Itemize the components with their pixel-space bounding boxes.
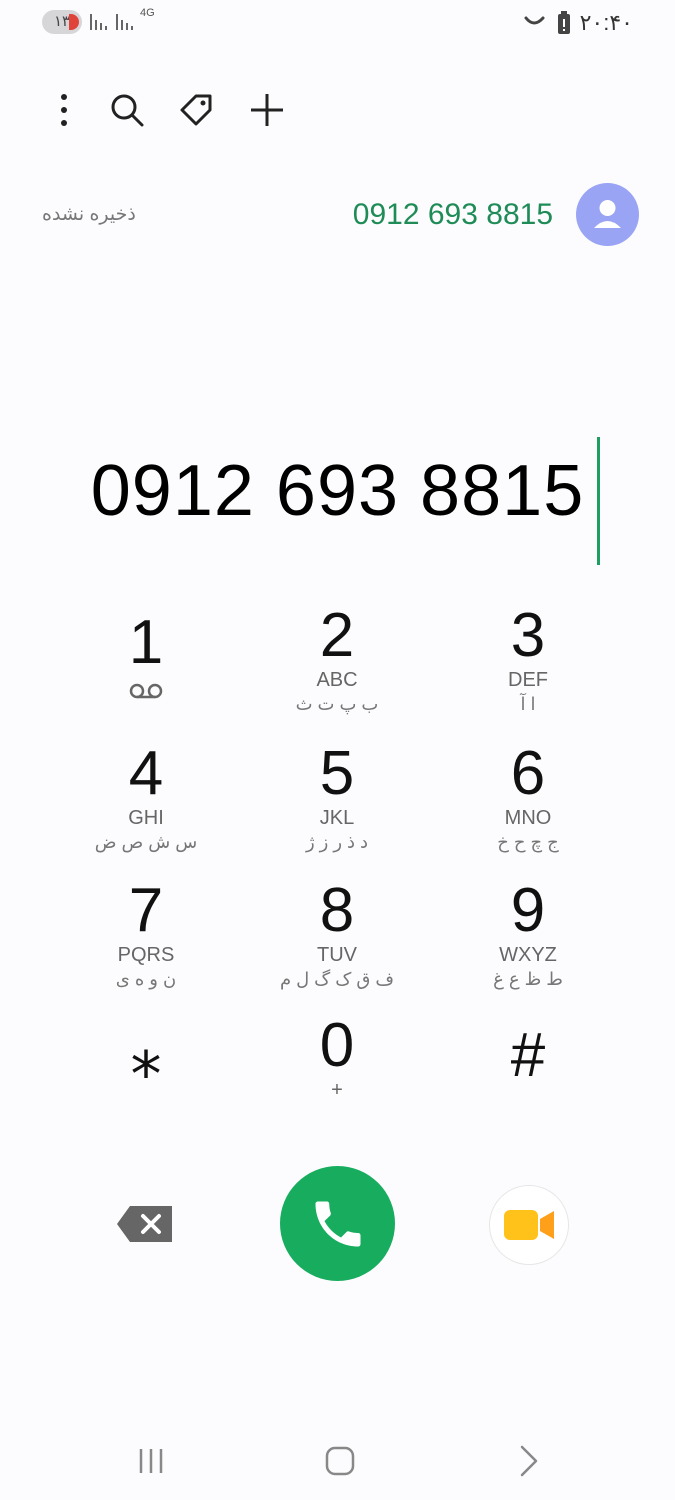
key-digit: # xyxy=(510,1021,546,1090)
notification-badge: ۱۳ xyxy=(42,10,82,34)
key-digit: 8 xyxy=(319,876,355,945)
person-icon xyxy=(594,200,621,228)
avatar xyxy=(576,183,639,246)
key-digit: 4 xyxy=(128,739,164,808)
key-persian-letters: ب پ ت ث xyxy=(295,694,379,714)
network-type: 4G xyxy=(140,7,155,19)
backspace-button[interactable] xyxy=(116,1204,174,1244)
key-3[interactable]: 3 DEF ا آ xyxy=(448,605,608,723)
key-persian-letters: ط ظ ع غ xyxy=(493,969,563,989)
key-persian-letters: د ذ ر ز ژ xyxy=(305,832,369,852)
key-persian-letters: ا آ xyxy=(520,694,536,714)
phone-icon xyxy=(315,1201,360,1246)
recent-apps-button[interactable] xyxy=(121,1440,181,1482)
key-letters: WXYZ xyxy=(499,944,557,966)
suggested-number[interactable]: 0912 693 8815 xyxy=(353,198,553,232)
key-digit: ⁎ xyxy=(130,1021,162,1090)
video-call-button[interactable] xyxy=(489,1185,569,1265)
add-icon[interactable] xyxy=(245,88,289,132)
key-8[interactable]: 8 TUV ف ق ک گ ل م xyxy=(257,880,417,998)
key-digit: 3 xyxy=(510,601,546,670)
key-letters: MNO xyxy=(504,807,552,829)
key-letters: PQRS xyxy=(117,944,175,966)
key-digit: 5 xyxy=(319,739,355,808)
back-button[interactable] xyxy=(498,1440,558,1482)
moon-icon xyxy=(524,16,545,25)
key-5[interactable]: 5 JKL د ذ ر ز ژ xyxy=(257,743,417,861)
key-hash[interactable]: # xyxy=(448,1025,608,1143)
home-button[interactable] xyxy=(310,1440,370,1482)
dialed-number-field[interactable]: 0912 693 8815 xyxy=(0,450,675,532)
key-digit: 1 xyxy=(128,608,164,677)
battery-icon xyxy=(558,11,570,34)
search-icon[interactable] xyxy=(105,88,149,132)
key-1[interactable]: 1 xyxy=(66,612,226,730)
key-digit: 9 xyxy=(510,876,546,945)
voicemail-icon xyxy=(129,683,163,699)
key-persian-letters: ج چ ح خ xyxy=(497,832,559,852)
recent-apps-icon xyxy=(139,1449,163,1473)
video-call-icon xyxy=(504,1210,554,1240)
back-icon xyxy=(520,1445,538,1477)
signal-icon xyxy=(90,14,107,30)
text-cursor xyxy=(597,437,600,565)
home-icon xyxy=(325,1446,355,1476)
notification-count: ۱۳ xyxy=(53,13,71,30)
key-letters: ABC xyxy=(316,669,358,691)
key-digit: 2 xyxy=(319,601,355,670)
status-bar: ۱۳ 4G ۲۰:۴۰ xyxy=(0,0,675,46)
key-letters: GHI xyxy=(128,807,164,829)
key-persian-letters: س ش ص ض xyxy=(94,832,198,852)
call-button[interactable] xyxy=(280,1166,395,1281)
key-persian-letters: ن و ه ی xyxy=(115,969,177,989)
key-digit: 0 xyxy=(319,1011,355,1080)
tag-icon[interactable] xyxy=(174,88,218,132)
key-6[interactable]: 6 MNO ج چ ح خ xyxy=(448,743,608,861)
more-options-icon[interactable] xyxy=(42,88,86,132)
clock: ۲۰:۴۰ xyxy=(579,10,633,35)
key-digit: 6 xyxy=(510,739,546,808)
key-letters: DEF xyxy=(508,669,548,691)
key-0[interactable]: 0 + xyxy=(257,1015,417,1133)
key-7[interactable]: 7 PQRS ن و ه ی xyxy=(66,880,226,998)
key-9[interactable]: 9 WXYZ ط ظ ع غ xyxy=(448,880,608,998)
key-star[interactable]: ⁎ xyxy=(66,1025,226,1143)
unsaved-label: ذخیره نشده xyxy=(42,204,136,225)
key-4[interactable]: 4 GHI س ش ص ض xyxy=(66,743,226,861)
key-digit: 7 xyxy=(128,876,164,945)
key-2[interactable]: 2 ABC ب پ ت ث xyxy=(257,605,417,723)
key-plus: + xyxy=(331,1079,343,1101)
key-letters: JKL xyxy=(319,807,355,829)
backspace-icon xyxy=(117,1206,172,1242)
key-letters: TUV xyxy=(317,944,357,966)
key-persian-letters: ف ق ک گ ل م xyxy=(279,969,395,989)
signal-icon xyxy=(116,14,133,30)
